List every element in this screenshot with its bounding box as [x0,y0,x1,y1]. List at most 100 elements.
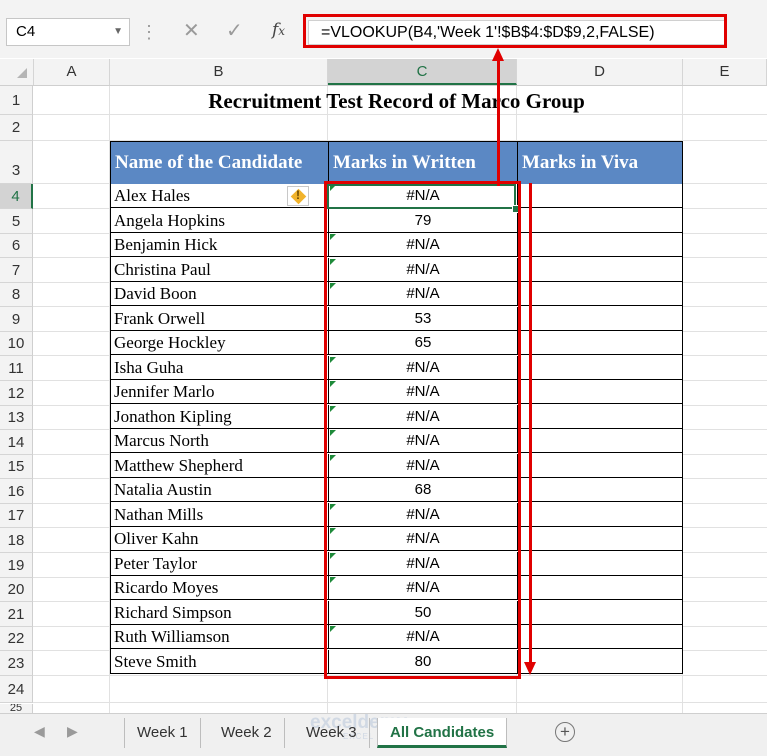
sheet-tab-bar: ◀ ▶ exceldemy EXCEL · DATA · BI Week 1 W… [0,712,767,756]
viva-mark-cell[interactable] [518,552,682,576]
viva-mark-cell[interactable] [518,209,682,233]
header-written[interactable]: Marks in Written [329,142,518,184]
cancel-icon[interactable]: ✕ [183,19,200,43]
enter-icon[interactable]: ✓ [226,19,243,43]
candidate-name-cell[interactable]: Ruth Williamson [111,625,329,649]
row-header-1[interactable]: 1 [0,86,33,115]
viva-mark-cell[interactable] [518,429,682,453]
candidate-name-cell[interactable]: Matthew Shepherd [111,453,329,478]
candidate-name-cell[interactable]: Oliver Kahn [111,527,329,551]
function-icon[interactable]: fx [272,20,285,40]
result-annotation-box [324,181,521,679]
row-header-21[interactable]: 21 [0,602,33,627]
row-header-25[interactable]: 25 [0,704,33,713]
header-viva[interactable]: Marks in Viva [518,142,682,184]
sheet-title: Recruitment Test Record of Marco Group [208,89,585,113]
scroll-right-icon[interactable]: ▶ [67,723,78,740]
formula-bar-area: C4 ▼ ⋮ ✕ ✓ fx =VLOOKUP(B4,'Week 1'!$B$4:… [0,0,767,58]
viva-mark-cell[interactable] [518,527,682,551]
row-header-5[interactable]: 5 [0,209,33,234]
scroll-left-icon[interactable]: ◀ [34,723,45,740]
candidate-name-cell[interactable]: David Boon [111,282,329,306]
formula-annotation-box [303,14,727,48]
column-header-c[interactable]: C [328,59,517,85]
candidate-name-cell[interactable]: Ricardo Moyes [111,576,329,600]
viva-mark-cell[interactable] [518,184,682,208]
row-header-11[interactable]: 11 [0,356,33,381]
candidate-name-cell[interactable]: Marcus North [111,429,329,453]
column-header-d[interactable]: D [517,59,683,85]
viva-mark-cell[interactable] [518,307,682,331]
candidate-name-cell[interactable]: Christina Paul [111,257,329,282]
candidate-name-cell[interactable]: Angela Hopkins [111,208,329,233]
viva-mark-cell[interactable] [518,503,682,527]
viva-mark-cell[interactable] [518,576,682,600]
row-header-20[interactable]: 20 [0,578,33,602]
gridline [33,702,767,703]
row-header-4[interactable]: 4 [0,184,33,209]
column-header-b[interactable]: B [110,59,328,85]
chevron-down-icon[interactable]: ▼ [113,19,123,45]
candidate-name-cell[interactable]: Jonathon Kipling [111,404,329,429]
tab-all-candidates[interactable]: All Candidates [377,718,508,748]
column-header-a[interactable]: A [34,59,110,85]
viva-mark-cell[interactable] [518,282,682,306]
row-header-23[interactable]: 23 [0,651,33,676]
viva-mark-cell[interactable] [518,380,682,404]
candidate-name-cell[interactable]: Isha Guha [111,355,329,380]
header-name[interactable]: Name of the Candidate [111,142,329,184]
viva-mark-cell[interactable] [518,650,682,674]
row-header-19[interactable]: 19 [0,553,33,578]
viva-mark-cell[interactable] [518,233,682,257]
row-header-24[interactable]: 24 [0,676,33,703]
row-header-3[interactable]: 3 [0,141,33,184]
viva-mark-cell[interactable] [518,625,682,649]
column-header-e[interactable]: E [683,59,767,85]
candidate-name-cell[interactable]: Natalia Austin [111,478,329,502]
arrow-up-icon [492,48,504,61]
viva-mark-cell[interactable] [518,356,682,380]
row-header-13[interactable]: 13 [0,406,33,430]
arrow-down-icon [524,662,536,675]
row-header-10[interactable]: 10 [0,332,33,356]
row-header-22[interactable]: 22 [0,627,33,651]
row-header-15[interactable]: 15 [0,455,33,479]
candidate-name-cell[interactable]: Nathan Mills [111,502,329,527]
candidate-name-cell[interactable]: Richard Simpson [111,600,329,625]
warning-icon[interactable]: ! [287,186,309,206]
name-box-value: C4 [16,23,36,40]
annotation-arrow-line [529,183,532,663]
column-headers: A B C D E [0,59,767,86]
viva-mark-cell[interactable] [518,601,682,625]
row-header-7[interactable]: 7 [0,258,33,283]
row-header-18[interactable]: 18 [0,528,33,553]
tab-week-3[interactable]: Week 3 [294,718,370,748]
row-header-8[interactable]: 8 [0,283,33,307]
row-header-6[interactable]: 6 [0,234,33,258]
annotation-arrow-line [497,60,500,186]
add-sheet-icon[interactable]: + [555,722,575,742]
gridline [33,114,767,115]
row-header-17[interactable]: 17 [0,504,33,528]
candidate-name-cell[interactable]: Steve Smith [111,649,329,674]
select-all-corner[interactable] [0,59,34,85]
candidate-name-cell[interactable]: Frank Orwell [111,306,329,331]
viva-mark-cell[interactable] [518,258,682,282]
tab-week-2[interactable]: Week 2 [209,718,285,748]
candidate-name-cell[interactable]: George Hockley [111,331,329,355]
row-header-2[interactable]: 2 [0,115,33,141]
candidate-name-cell[interactable]: Benjamin Hick [111,233,329,257]
row-header-14[interactable]: 14 [0,430,33,455]
candidate-name-cell[interactable]: Peter Taylor [111,551,329,576]
viva-mark-cell[interactable] [518,478,682,502]
candidate-name-cell[interactable]: Jennifer Marlo [111,380,329,404]
viva-mark-cell[interactable] [518,331,682,355]
name-box[interactable]: C4 ▼ [6,18,130,46]
row-header-16[interactable]: 16 [0,479,33,504]
row-header-12[interactable]: 12 [0,381,33,406]
viva-mark-cell[interactable] [518,454,682,478]
tab-week-1[interactable]: Week 1 [124,718,201,748]
row-header-9[interactable]: 9 [0,307,33,332]
viva-mark-cell[interactable] [518,405,682,429]
grip-dots-icon: ⋮ [140,22,159,42]
